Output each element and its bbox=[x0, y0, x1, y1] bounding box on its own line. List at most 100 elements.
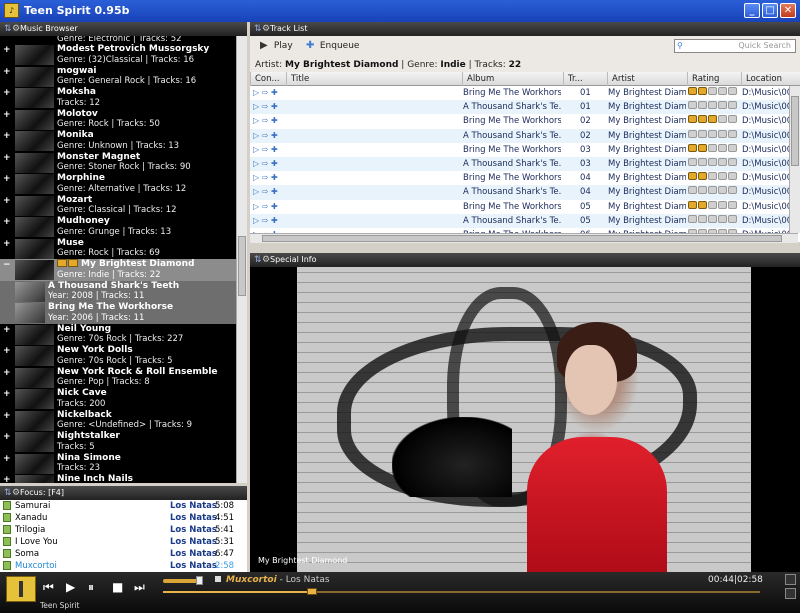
row-play-icon[interactable]: ▷ ⇨ ✚ bbox=[253, 214, 278, 228]
column-header[interactable]: Title bbox=[286, 72, 462, 86]
expand-icon[interactable]: + bbox=[3, 239, 12, 249]
expand-icon[interactable]: + bbox=[3, 175, 12, 184]
artist-row[interactable]: + Morphine Genre: Alternative | Tracks: 12 bbox=[0, 173, 236, 195]
rating-stars[interactable] bbox=[688, 100, 738, 114]
column-header[interactable]: Location bbox=[741, 72, 800, 86]
gear-icon[interactable]: ⚙ bbox=[262, 22, 270, 36]
now-playing-cover[interactable] bbox=[6, 576, 36, 602]
album-row[interactable]: Bring Me The Workhorse Year: 2006 | Track… bbox=[0, 302, 236, 324]
artist-row-partial[interactable]: Genre: Electronic | Tracks: 52 bbox=[0, 36, 236, 44]
list-item[interactable]: Soma Los Natas 6:47 bbox=[0, 548, 247, 560]
track-table[interactable]: Con... Title Album Tr... Artist Rating Locatio… bbox=[250, 72, 800, 242]
expand-icon[interactable]: + bbox=[3, 46, 12, 55]
row-play-icon[interactable]: ▷ ⇨ ✚ bbox=[253, 185, 278, 199]
artist-row-selected[interactable]: − My Brightest Diamond Genre: Indie | Tr… bbox=[0, 259, 236, 281]
quick-search-input[interactable]: ⚲ Quick Search bbox=[674, 39, 796, 53]
column-header[interactable]: Con... bbox=[250, 72, 286, 86]
expand-icon[interactable]: + bbox=[3, 433, 12, 442]
rating-stars[interactable] bbox=[688, 200, 738, 214]
pause-button[interactable]: ⏸ bbox=[88, 580, 94, 595]
mini-mode-button[interactable] bbox=[785, 574, 796, 585]
expand-icon[interactable]: + bbox=[3, 67, 12, 77]
rating-stars[interactable] bbox=[688, 143, 738, 157]
enqueue-button[interactable]: ✚ Enqueue bbox=[306, 40, 359, 51]
table-row[interactable]: ▷ ⇨ ✚Dragonfly iBring Me The Workhorse04… bbox=[250, 171, 800, 185]
rating-stars[interactable] bbox=[688, 185, 738, 199]
row-play-icon[interactable]: ▷ ⇨ ✚ bbox=[253, 86, 278, 100]
sort-arrows-icon[interactable]: ⇅ bbox=[4, 486, 12, 500]
artist-row[interactable]: + Monika Genre: Unknown | Tracks: 13 bbox=[0, 130, 236, 152]
artist-row[interactable]: + Muse Genre: Rock | Tracks: 69 bbox=[0, 238, 236, 260]
sort-arrows-icon[interactable]: ⇅ bbox=[4, 22, 12, 36]
artist-row[interactable]: + Neil Young Genre: 70s Rock | Tracks: 227 bbox=[0, 324, 236, 346]
table-row[interactable]: ▷ ⇨ ✚Inside A BoyiA Thousand Shark's Te.… bbox=[250, 100, 800, 115]
list-item[interactable]: Samurai Los Natas 5:08 bbox=[0, 500, 247, 512]
artist-row[interactable]: + Mozart Genre: Classical | Tracks: 12 bbox=[0, 195, 236, 217]
tracklist-scrollbar[interactable] bbox=[789, 86, 800, 233]
playlist-toggle-button[interactable] bbox=[785, 588, 796, 599]
table-row[interactable]: ▷ ⇨ ✚Something Of An End iBring Me The W… bbox=[250, 86, 800, 100]
table-row[interactable]: ▷ ⇨ ✚Golden Star iBring Me The Workhorse… bbox=[250, 114, 800, 128]
expand-icon[interactable]: + bbox=[3, 347, 12, 356]
column-header[interactable]: Artist bbox=[607, 72, 687, 86]
next-button[interactable]: ⏭ bbox=[134, 580, 145, 595]
expand-icon[interactable]: + bbox=[3, 476, 12, 484]
column-header[interactable]: Tr... bbox=[563, 72, 607, 86]
browser-scrollbar[interactable] bbox=[236, 36, 247, 483]
table-row[interactable]: ▷ ⇨ ✚ApplesiA Thousand Shark's Te...04My… bbox=[250, 185, 800, 200]
artist-row[interactable]: + Nine Inch Nails bbox=[0, 474, 236, 483]
album-row[interactable]: A Thousand Shark's Teeth Year: 2008 | Tra… bbox=[0, 280, 236, 302]
close-button[interactable]: ✕ bbox=[780, 3, 796, 18]
row-play-icon[interactable]: ▷ ⇨ ✚ bbox=[253, 171, 278, 185]
artist-row[interactable]: + Nina Simone Tracks: 23 bbox=[0, 453, 236, 475]
hscroll-thumb[interactable] bbox=[262, 235, 782, 242]
column-header[interactable]: Album bbox=[462, 72, 563, 86]
seek-knob[interactable] bbox=[307, 588, 318, 595]
column-header[interactable]: Rating bbox=[687, 72, 741, 86]
rating-stars[interactable] bbox=[688, 157, 738, 171]
row-play-icon[interactable]: ▷ ⇨ ✚ bbox=[253, 143, 278, 157]
focus-list[interactable]: Samurai Los Natas 5:08 Xanadu Los Natas 4:51 T… bbox=[0, 500, 247, 572]
list-item[interactable]: Muxcortoi Los Natas 2:58 bbox=[0, 560, 247, 572]
volume-knob[interactable] bbox=[196, 576, 203, 585]
rating-stars[interactable] bbox=[688, 129, 738, 143]
row-play-icon[interactable]: ▷ ⇨ ✚ bbox=[253, 114, 278, 128]
scrollbar-thumb[interactable] bbox=[238, 236, 246, 296]
expand-icon[interactable]: + bbox=[3, 89, 12, 98]
tracklist-hscrollbar[interactable] bbox=[250, 233, 798, 243]
expand-icon[interactable]: + bbox=[3, 110, 12, 120]
table-row[interactable]: ▷ ⇨ ✚From The Top Of The WorldiA Thousan… bbox=[250, 213, 800, 228]
minimize-button[interactable]: _ bbox=[744, 3, 760, 18]
expand-icon[interactable]: + bbox=[3, 132, 12, 141]
artist-row[interactable]: + New York Dolls Genre: 70s Rock | Tracks:… bbox=[0, 345, 236, 367]
artist-row[interactable]: + mogwai Genre: General Rock | Tracks: 16 bbox=[0, 66, 236, 88]
artist-row[interactable]: + Molotov Genre: Rock | Tracks: 50 bbox=[0, 109, 236, 131]
list-item[interactable]: I Love You Los Natas 5:31 bbox=[0, 536, 247, 548]
expand-icon[interactable]: + bbox=[3, 153, 12, 163]
table-row[interactable]: ▷ ⇨ ✚If I Were QueeniA Thousand Shark's … bbox=[250, 157, 800, 172]
row-play-icon[interactable]: ▷ ⇨ ✚ bbox=[253, 100, 278, 114]
previous-button[interactable]: ⏮ bbox=[43, 580, 54, 595]
collapse-icon[interactable]: − bbox=[3, 261, 12, 270]
maximize-button[interactable]: □ bbox=[762, 3, 778, 18]
artist-row[interactable]: + Monster Magnet Genre: Stoner Rock | Trac… bbox=[0, 152, 236, 174]
gear-icon[interactable]: ⚙ bbox=[262, 253, 270, 267]
rating-stars[interactable] bbox=[688, 86, 738, 100]
table-row[interactable]: ▷ ⇨ ✚Gone Away iBring Me The Workhorse03… bbox=[250, 143, 800, 157]
scrollbar-thumb[interactable] bbox=[791, 96, 799, 166]
table-row[interactable]: ▷ ⇨ ✚The Ice & The StormiA Thousand Shar… bbox=[250, 128, 800, 143]
sort-arrows-icon[interactable]: ⇅ bbox=[254, 22, 262, 36]
expand-icon[interactable]: + bbox=[3, 390, 12, 399]
expand-icon[interactable]: + bbox=[3, 411, 12, 421]
row-play-icon[interactable]: ▷ ⇨ ✚ bbox=[253, 157, 278, 171]
seek-bar[interactable] bbox=[163, 591, 760, 593]
row-play-icon[interactable]: ▷ ⇨ ✚ bbox=[253, 129, 278, 143]
expand-icon[interactable]: + bbox=[3, 196, 12, 206]
list-item[interactable]: Xanadu Los Natas 4:51 bbox=[0, 512, 247, 524]
list-item[interactable]: Trilogia Los Natas 5:41 bbox=[0, 524, 247, 536]
artist-row[interactable]: + Moksha Tracks: 12 bbox=[0, 87, 236, 109]
artist-row[interactable]: + Modest Petrovich Mussorgsky Genre: (32)C… bbox=[0, 44, 236, 66]
expand-icon[interactable]: + bbox=[3, 325, 12, 335]
artist-row[interactable]: + Nick Cave Tracks: 200 bbox=[0, 388, 236, 410]
rating-stars[interactable] bbox=[688, 214, 738, 228]
